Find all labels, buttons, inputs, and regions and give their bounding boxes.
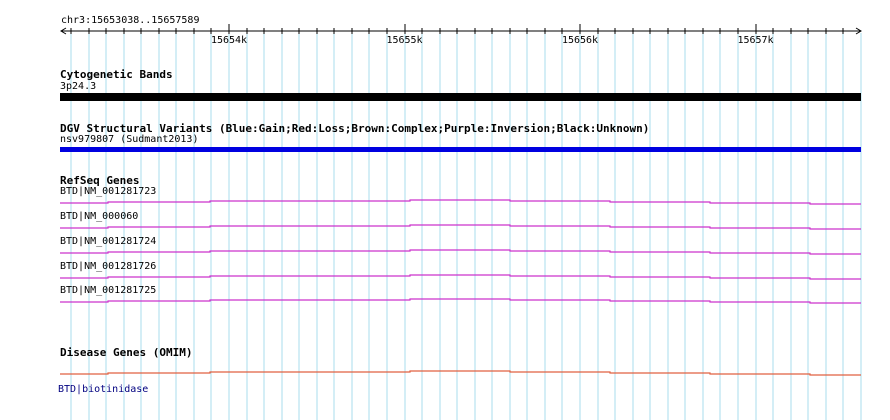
dgv-feature-label[interactable]: nsv979807 (Sudmant2013) xyxy=(60,134,198,146)
refseq-feature-label[interactable]: BTD|NM_001281726 xyxy=(60,261,156,273)
omim-gene-line[interactable] xyxy=(60,370,861,376)
refseq-gene-line[interactable] xyxy=(60,249,861,255)
refseq-gene-line[interactable] xyxy=(60,274,861,280)
refseq-feature-label[interactable]: BTD|NM_000060 xyxy=(60,211,138,223)
omim-feature-label[interactable]: BTD|biotinidase xyxy=(58,384,148,396)
refseq-gene-lines[interactable] xyxy=(60,199,861,304)
location-label: chr3:15653038..15657589 xyxy=(61,15,200,26)
omim-track-title: Disease Genes (OMIM) xyxy=(60,346,193,359)
refseq-feature-label[interactable]: BTD|NM_001281724 xyxy=(60,236,156,248)
ruler-tick-label: 15654k xyxy=(210,35,248,46)
ruler-tick-label: 15656k xyxy=(561,35,599,46)
refseq-feature-label[interactable]: BTD|NM_001281725 xyxy=(60,285,156,297)
cytoband-feature-label[interactable]: 3p24.3 xyxy=(60,81,96,93)
dgv-bar[interactable] xyxy=(60,147,861,152)
refseq-gene-line[interactable] xyxy=(60,199,861,205)
ruler-tick-label: 15655k xyxy=(386,35,423,46)
cytoband-track-title: Cytogenetic Bands xyxy=(60,68,173,81)
refseq-gene-line[interactable] xyxy=(60,298,861,304)
cytoband-bar[interactable] xyxy=(60,93,861,101)
ruler-tick-label: 15657k xyxy=(737,35,774,46)
omim-gene-line[interactable] xyxy=(60,370,861,376)
refseq-feature-label[interactable]: BTD|NM_001281723 xyxy=(60,186,156,198)
refseq-gene-line[interactable] xyxy=(60,224,861,230)
